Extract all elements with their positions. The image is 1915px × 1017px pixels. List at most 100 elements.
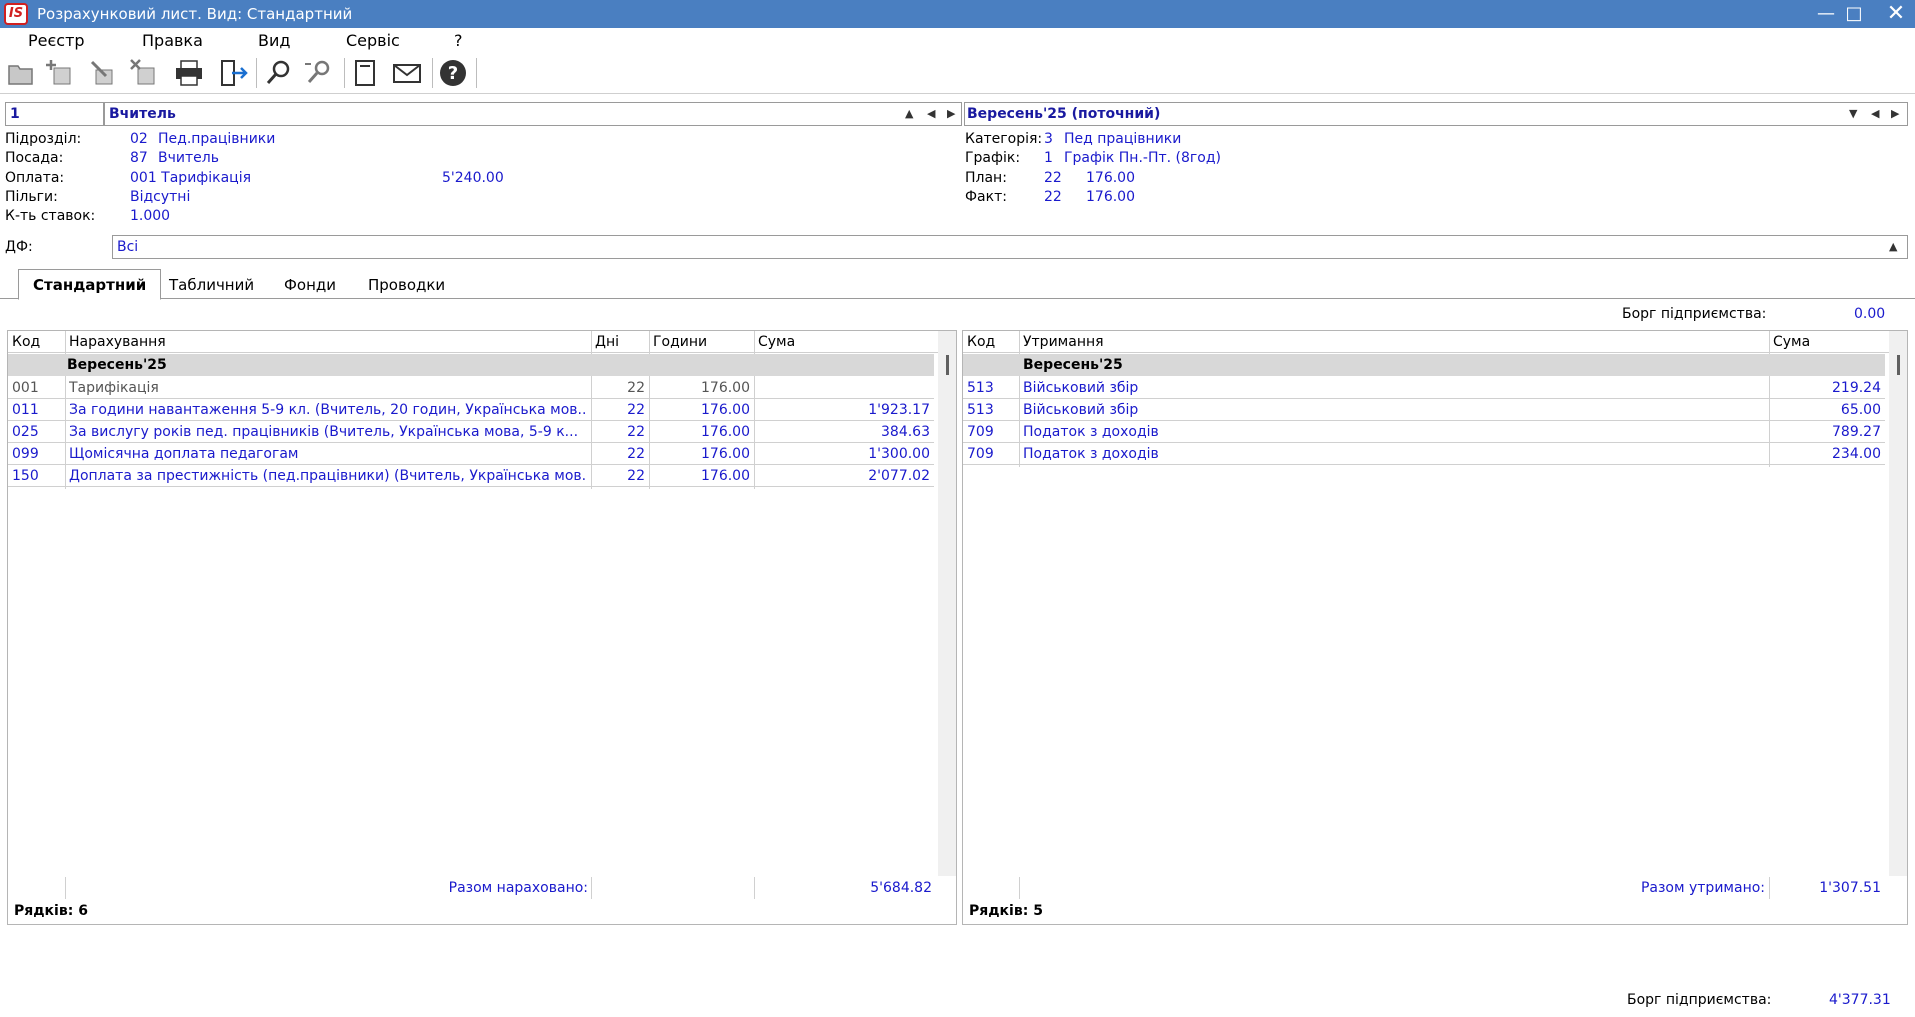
schedule-label: Графік: (965, 150, 1021, 166)
table-row[interactable]: 150 Доплата за престижність (пед.працівн… (8, 465, 934, 487)
col-hours[interactable]: Години (653, 334, 707, 350)
page-icon[interactable] (348, 56, 382, 90)
next-icon[interactable]: ▶ (947, 107, 955, 120)
group-row[interactable]: Вересень'25 (8, 354, 934, 376)
toolbar: ? (0, 52, 1915, 94)
menu-registry[interactable]: Реєстр (28, 31, 85, 50)
col-days[interactable]: Дні (595, 334, 619, 350)
debt-bottom-value: 4'377.31 (1829, 992, 1891, 1008)
col-deduction[interactable]: Утримання (1023, 334, 1104, 350)
accruals-total-label: Разом нараховано: (448, 880, 588, 896)
category-name: Пед працівники (1064, 131, 1182, 147)
edit-icon[interactable] (86, 56, 120, 90)
position-label: Посада: (5, 150, 64, 166)
employee-name-field[interactable]: Вчитель ▲ ◀ ▶ (104, 102, 962, 126)
deductions-grid: Код Утримання Сума Вересень'25 513 Війсь… (962, 330, 1908, 925)
tab-bar: Стандартний Табличний Фонди Проводки (0, 266, 1915, 300)
table-row[interactable]: 001 Тарифікація 22 176.00 (8, 377, 934, 399)
table-row[interactable]: 025 За вислугу років пед. працівників (В… (8, 421, 934, 443)
table-row[interactable]: 513 Військовий збір 65.00 (963, 399, 1885, 421)
table-row[interactable]: 011 За години навантаження 5-9 кл. (Вчит… (8, 399, 934, 421)
accruals-total-value: 5'684.82 (870, 880, 932, 896)
find-next-icon[interactable] (302, 56, 336, 90)
toolbar-separator (256, 58, 257, 88)
tab-table[interactable]: Табличний (155, 272, 268, 299)
category-code: 3 (1044, 131, 1053, 147)
table-row[interactable]: 709 Податок з доходів 789.27 (963, 421, 1885, 443)
print-icon[interactable] (172, 56, 206, 90)
schedule-name: Графік Пн.-Пт. (8год) (1064, 150, 1221, 166)
schedule-code: 1 (1044, 150, 1053, 166)
toolbar-separator (432, 58, 433, 88)
delete-icon[interactable] (128, 56, 162, 90)
prev-icon[interactable]: ◀ (927, 107, 935, 120)
maximize-icon[interactable]: □ (1838, 0, 1870, 28)
employee-number-field[interactable]: 1 (5, 102, 104, 126)
menu-service[interactable]: Сервіс (346, 31, 400, 50)
department-name: Пед.працівники (158, 131, 276, 147)
category-label: Категорія: (965, 131, 1043, 147)
toolbar-separator (476, 58, 477, 88)
menu-view[interactable]: Вид (258, 31, 290, 50)
menu-bar: Реєстр Правка Вид Сервіс ? (0, 28, 1915, 52)
department-code: 02 (130, 131, 148, 147)
menu-help[interactable]: ? (454, 31, 463, 50)
fact-days: 22 (1044, 189, 1062, 205)
plan-days: 22 (1044, 170, 1062, 186)
pay-value: 001 Тарифікація (130, 170, 252, 186)
position-code: 87 (130, 150, 148, 166)
table-row[interactable]: 513 Військовий збір 219.24 (963, 377, 1885, 399)
position-name: Вчитель (158, 150, 219, 166)
table-row[interactable]: 099 Щомісячна доплата педагогам 22 176.0… (8, 443, 934, 465)
accruals-rows-count: Рядків: 6 (14, 903, 88, 919)
app-logo-icon: IS (4, 3, 28, 25)
df-select[interactable]: Всі ▲ (112, 235, 1908, 259)
tab-funds[interactable]: Фонди (270, 272, 350, 299)
find-icon[interactable] (262, 56, 296, 90)
debt-top-label: Борг підприємства: (1622, 306, 1767, 322)
menu-edit[interactable]: Правка (142, 31, 203, 50)
col-sum[interactable]: Сума (1773, 334, 1810, 350)
mail-icon[interactable] (390, 56, 424, 90)
chevron-down-icon[interactable]: ▼ (1849, 107, 1857, 120)
benefits-label: Пільги: (5, 189, 58, 205)
fact-hours: 176.00 (1086, 189, 1135, 205)
triangle-up-icon[interactable]: ▲ (905, 107, 913, 120)
deductions-total-label: Разом утримано: (1640, 880, 1765, 896)
next-icon[interactable]: ▶ (1891, 107, 1899, 120)
close-icon[interactable]: ✕ (1880, 0, 1912, 28)
period-select[interactable]: Вересень'25 (поточний) ▼ ◀ ▶ (964, 102, 1908, 126)
fact-label: Факт: (965, 189, 1007, 205)
triangle-up-icon[interactable]: ▲ (1889, 240, 1897, 253)
department-label: Підрозділ: (5, 131, 82, 147)
window-title: Розрахунковий лист. Вид: Стандартний (37, 5, 353, 23)
tab-postings[interactable]: Проводки (354, 272, 459, 299)
col-code[interactable]: Код (12, 334, 40, 350)
pay-amount: 5'240.00 (442, 170, 504, 186)
toolbar-separator (344, 58, 345, 88)
accruals-scrollbar[interactable] (938, 331, 956, 876)
pay-label: Оплата: (5, 170, 65, 186)
plan-label: План: (965, 170, 1007, 186)
deductions-scrollbar[interactable] (1889, 331, 1907, 876)
benefits-value: Відсутні (130, 189, 191, 205)
col-sum[interactable]: Сума (758, 334, 795, 350)
df-label: ДФ: (5, 239, 33, 255)
rate-label: К-ть ставок: (5, 208, 96, 224)
col-accrual[interactable]: Нарахування (69, 334, 166, 350)
export-icon[interactable] (216, 56, 250, 90)
rate-value: 1.000 (130, 208, 171, 224)
col-code[interactable]: Код (967, 334, 995, 350)
debt-bottom-label: Борг підприємства: (1627, 992, 1772, 1008)
debt-top-value: 0.00 (1854, 306, 1886, 322)
accruals-grid: Код Нарахування Дні Години Сума Вересень… (7, 330, 957, 925)
help-icon[interactable]: ? (436, 56, 470, 90)
open-icon[interactable] (4, 56, 38, 90)
tab-standard[interactable]: Стандартний (18, 269, 162, 300)
add-icon[interactable] (44, 56, 78, 90)
svg-text:?: ? (448, 63, 458, 84)
deductions-rows-count: Рядків: 5 (969, 903, 1043, 919)
table-row[interactable]: 709 Податок з доходів 234.00 (963, 443, 1885, 465)
prev-icon[interactable]: ◀ (1871, 107, 1879, 120)
group-row[interactable]: Вересень'25 (963, 354, 1885, 376)
